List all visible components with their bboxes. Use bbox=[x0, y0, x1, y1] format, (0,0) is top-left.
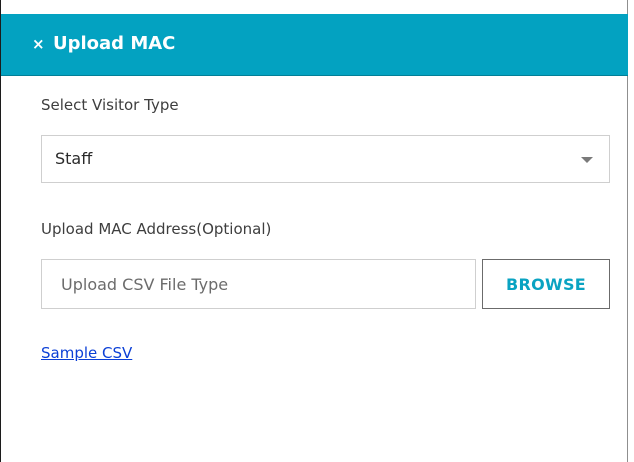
chevron-down-icon bbox=[581, 157, 593, 163]
upload-mac-label: Upload MAC Address(Optional) bbox=[41, 220, 272, 238]
visitor-type-select[interactable]: Staff bbox=[41, 135, 610, 183]
dialog-header: × Upload MAC bbox=[1, 14, 628, 76]
visitor-type-selected-value: Staff bbox=[55, 149, 93, 168]
dialog-title: Upload MAC bbox=[53, 33, 176, 54]
sample-csv-link[interactable]: Sample CSV bbox=[41, 344, 132, 362]
csv-file-input[interactable] bbox=[41, 259, 476, 309]
browse-button[interactable]: BROWSE bbox=[482, 259, 610, 309]
upload-mac-dialog: × Upload MAC Select Visitor Type Staff U… bbox=[0, 0, 628, 462]
close-icon[interactable]: × bbox=[32, 34, 45, 54]
visitor-type-label: Select Visitor Type bbox=[41, 96, 179, 114]
